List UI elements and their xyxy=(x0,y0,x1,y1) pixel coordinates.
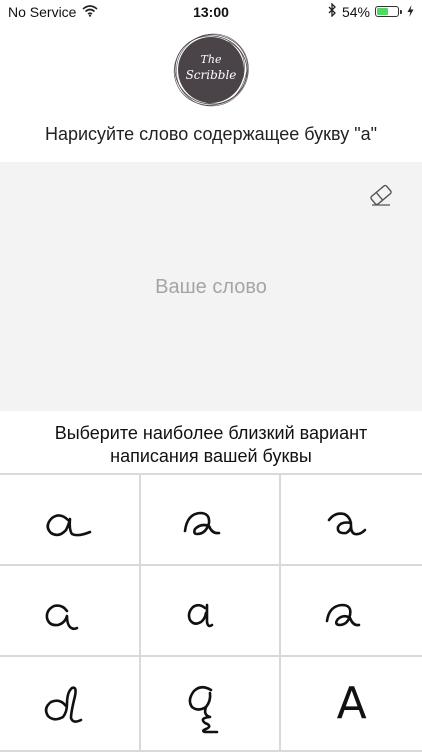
handwritten-a-2-icon xyxy=(183,511,221,535)
instruction-line-1: Выберите наиболее близкий вариант xyxy=(54,423,368,443)
handwritten-a-6-icon xyxy=(325,603,360,626)
handwritten-a-5-icon xyxy=(187,603,214,627)
instruction-line-2: написания вашей буквы xyxy=(110,446,312,466)
printed-a-glyph: A xyxy=(336,678,367,729)
variant-option-6[interactable] xyxy=(281,566,422,657)
drawing-placeholder: Ваше слово xyxy=(155,276,267,298)
bluetooth-icon xyxy=(328,2,337,20)
variant-option-5[interactable] xyxy=(140,566,282,657)
battery-percent: 54% xyxy=(341,3,370,20)
letter-variant-grid: A xyxy=(0,473,422,752)
variant-option-1[interactable] xyxy=(0,475,141,566)
handwritten-a-8-icon xyxy=(188,685,219,733)
variant-option-4[interactable] xyxy=(0,566,141,657)
battery-fill xyxy=(377,8,388,15)
eraser-icon[interactable] xyxy=(368,182,394,208)
handwritten-a-4-icon xyxy=(45,603,79,630)
battery-icon xyxy=(375,6,402,17)
variant-option-3[interactable] xyxy=(281,475,422,566)
variant-option-7[interactable] xyxy=(0,657,141,752)
variant-option-8[interactable] xyxy=(140,657,282,752)
instruction-text: Выберите наиболее близкий вариант написа… xyxy=(0,422,422,468)
scribble-logo: The Scribble xyxy=(171,30,251,110)
logo-text-line2: Scribble xyxy=(186,68,237,82)
logo-text-line1: The xyxy=(201,53,222,66)
handwritten-a-1-icon xyxy=(46,513,92,536)
charging-icon xyxy=(407,4,414,20)
drawing-canvas[interactable]: Ваше слово xyxy=(0,162,422,411)
handwritten-a-3-icon xyxy=(327,511,366,535)
handwritten-a-7-icon xyxy=(45,685,83,723)
variant-option-9[interactable]: A xyxy=(281,657,422,752)
prompt-title: Нарисуйте слово содержащее букву "а" xyxy=(44,124,378,144)
status-bar: No Service 13:00 54% xyxy=(0,0,422,24)
status-right: 54% xyxy=(328,2,414,20)
variant-option-2[interactable] xyxy=(140,475,282,566)
